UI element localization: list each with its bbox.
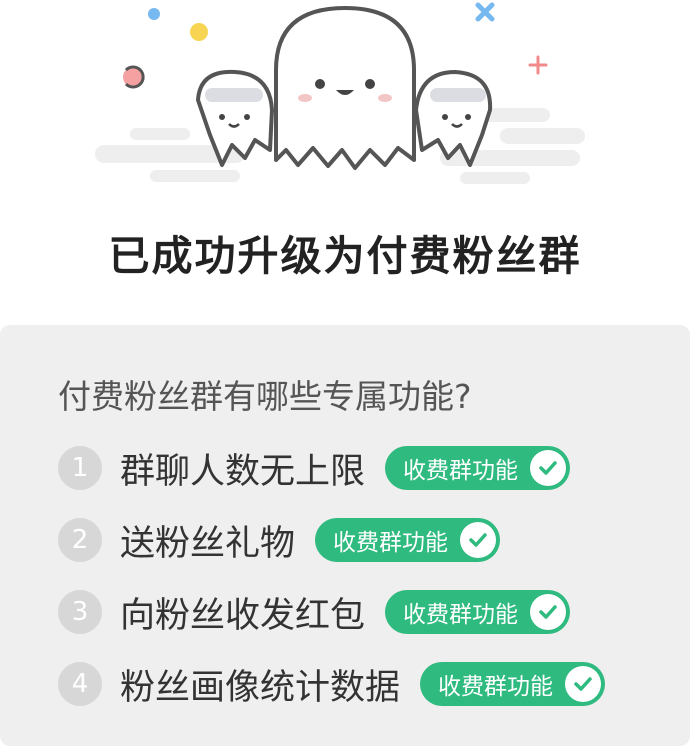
feature-row: 4 粉丝画像统计数据 收费群功能: [58, 659, 606, 709]
feature-label: 向粉丝收发红包: [120, 595, 366, 636]
feature-number: 1: [58, 446, 102, 490]
paid-feature-badge: 收费群功能: [420, 662, 606, 706]
feature-number: 4: [58, 662, 102, 706]
feature-row: 3 向粉丝收发红包 收费群功能: [58, 587, 571, 637]
feature-label: 送粉丝礼物: [120, 523, 296, 564]
feature-row: 2 送粉丝礼物 收费群功能: [58, 515, 501, 565]
feature-row: 1 群聊人数无上限 收费群功能: [58, 443, 571, 493]
ghost-illustration: [0, 0, 690, 215]
paid-feature-badge: 收费群功能: [385, 590, 571, 634]
page-title: 已成功升级为付费粉丝群: [108, 232, 582, 280]
check-icon: [530, 450, 567, 486]
features-heading: 付费粉丝群有哪些专属功能?: [58, 377, 472, 416]
badge-label: 收费群功能: [403, 602, 519, 628]
feature-label: 群聊人数无上限: [120, 451, 366, 492]
check-icon: [530, 594, 567, 630]
badge-label: 收费群功能: [403, 458, 519, 484]
badge-label: 收费群功能: [438, 674, 554, 700]
paid-feature-badge: 收费群功能: [385, 446, 571, 490]
check-icon: [460, 522, 497, 558]
feature-label: 粉丝画像统计数据: [120, 667, 401, 708]
check-icon: [565, 666, 602, 702]
feature-number: 3: [58, 590, 102, 634]
paid-feature-badge: 收费群功能: [315, 518, 501, 562]
feature-number: 2: [58, 518, 102, 562]
badge-label: 收费群功能: [333, 530, 449, 556]
